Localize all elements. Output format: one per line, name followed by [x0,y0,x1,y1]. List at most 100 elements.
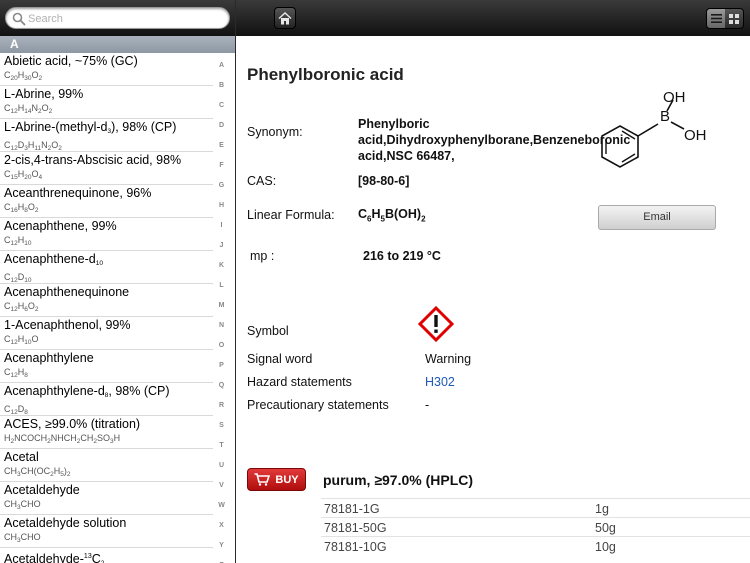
sku-row[interactable]: 78181-1G 1g [321,498,750,517]
subscript: 8 [24,207,28,214]
list-item-name: ACES, ≥99.0% (titration) [4,417,141,431]
index-letter[interactable]: L [213,276,230,296]
index-letter[interactable]: Z [213,556,230,563]
subscript: 10 [24,339,32,346]
list-item[interactable]: Acetal CH3CH(OC2H5)2 [0,449,213,482]
subscript: 8 [24,372,28,379]
product-grade-title: purum, ≥97.0% (HPLC) [323,472,474,488]
list-view-button[interactable] [707,9,725,28]
subscript: 12 [10,306,18,313]
index-letter[interactable]: M [213,296,230,316]
synonym-label: Synonym: [247,125,303,139]
list-item-name: Acenaphthenequinone [4,285,130,299]
subscript: 20 [24,174,32,181]
index-letter[interactable]: H [213,196,230,216]
subscript: 10 [24,277,32,284]
subscript: 14 [24,108,32,115]
list-item[interactable]: ACES, ≥99.0% (titration) H2NCOCH2NHCH2CH2… [0,416,213,449]
index-letter[interactable]: N [213,316,230,336]
subscript: 2 [47,438,51,445]
index-letter[interactable]: U [213,456,230,476]
subscript: 3 [110,438,114,445]
detail-toolbar [236,0,750,36]
list-item[interactable]: L-Abrine-(methyl-d3), 98% (CP) C12D3H11N2… [0,119,213,152]
index-letter[interactable]: D [213,116,230,136]
list-item[interactable]: Acenaphthenequinone C12H6O2 [0,284,213,317]
index-letter[interactable]: F [213,156,230,176]
grid-view-button[interactable] [725,9,743,28]
index-letter[interactable]: G [213,176,230,196]
hydroxyl-right-label: OH [684,127,707,144]
list-item-name: Acenaphthene, 99% [4,219,117,233]
subscript: 12 [10,409,18,416]
list-item-formula: C12D8 [4,404,28,416]
list-item[interactable]: Abietic acid, ~75% (GC) C20H30O2 [0,53,213,86]
list-item[interactable]: Acenaphthene-d10 C12D10 [0,251,213,284]
hydroxyl-top-label: OH [663,89,686,106]
list-item-formula: H2NCOCH2NHCH2CH2SO3H [4,433,121,445]
index-letter[interactable]: I [213,216,230,236]
subscript: 12 [10,108,18,115]
list-item-name: Aceanthrenequinone, 96% [4,186,152,200]
list-item[interactable]: L-Abrine, 99% C12H14N2O2 [0,86,213,119]
subscript: 4 [38,174,43,181]
sku-code: 78181-10G [324,540,387,554]
hazard-statement-link[interactable]: H302 [425,375,455,389]
subscript: 8 [104,392,109,399]
index-letter[interactable]: P [213,356,230,376]
subscript: 2 [93,438,97,445]
subscript: 15 [10,174,18,181]
subscript: 2 [421,214,426,224]
list-item-name: 2-cis,4-trans-Abscisic acid, 98% [4,153,182,167]
subscript: 8 [24,409,28,416]
index-letter[interactable]: X [213,516,230,536]
signal-word-value: Warning [425,352,472,366]
search-box[interactable] [5,7,230,29]
subscript: 5 [60,471,64,478]
list-item[interactable]: 1-Acenaphthenol, 99% C12H10O [0,317,213,350]
sku-code: 78181-1G [324,502,380,516]
list-item[interactable]: 2-cis,4-trans-Abscisic acid, 98% C15H20O4 [0,152,213,185]
index-letter[interactable]: T [213,436,230,456]
index-letter[interactable]: B [213,76,230,96]
home-button[interactable] [274,7,296,29]
exclamation-hazard-icon [418,306,454,342]
index-letter[interactable]: R [213,396,230,416]
list-item-name: Abietic acid, ~75% (GC) [4,54,138,68]
index-letter[interactable]: A [213,56,230,76]
index-letter[interactable]: O [213,336,230,356]
alphabet-index[interactable]: ABCDEFGHIJKLMNOPQRSTUVWXYZ [213,56,230,563]
index-letter[interactable]: K [213,256,230,276]
buy-button[interactable]: BUY [247,468,306,491]
list-item-name: Acenaphthylene [4,351,94,365]
index-letter[interactable]: Y [213,536,230,556]
index-letter[interactable]: V [213,476,230,496]
index-letter[interactable]: E [213,136,230,156]
subscript: 3 [107,128,112,135]
list-item[interactable]: Acenaphthene, 99% C12H10 [0,218,213,251]
index-letter[interactable]: J [213,236,230,256]
subscript: 2 [50,471,54,478]
superscript: 13 [83,553,92,560]
search-input[interactable] [28,10,223,27]
compound-sidebar: A Abietic acid, ~75% (GC)C20H30O2L-Abrin… [0,0,235,563]
index-letter[interactable]: Q [213,376,230,396]
list-item[interactable]: Acetaldehyde-13C2 [0,548,213,563]
list-item[interactable]: Acetaldehyde CH3CHO [0,482,213,515]
list-item[interactable]: Aceanthrenequinone, 96% C16H8O2 [0,185,213,218]
list-item[interactable]: Acenaphthylene-d8, 98% (CP) C12D8 [0,383,213,416]
list-item-name: Acetaldehyde solution [4,516,127,530]
section-header: A [0,36,235,53]
sku-row[interactable]: 78181-50G 50g [321,517,750,536]
list-item[interactable]: Acenaphthylene C12H8 [0,350,213,383]
list-item-name: Acenaphthylene-d8, 98% (CP) [4,384,170,399]
list-item[interactable]: Acetaldehyde solution CH3CHO [0,515,213,548]
list-view-icon [710,14,722,23]
sku-row[interactable]: 78181-10G 10g [321,536,750,555]
subscript: 12 [10,240,18,247]
email-button[interactable]: Email [598,205,716,230]
index-letter[interactable]: S [213,416,230,436]
subscript: 5 [380,214,385,224]
index-letter[interactable]: C [213,96,230,116]
index-letter[interactable]: W [213,496,230,516]
